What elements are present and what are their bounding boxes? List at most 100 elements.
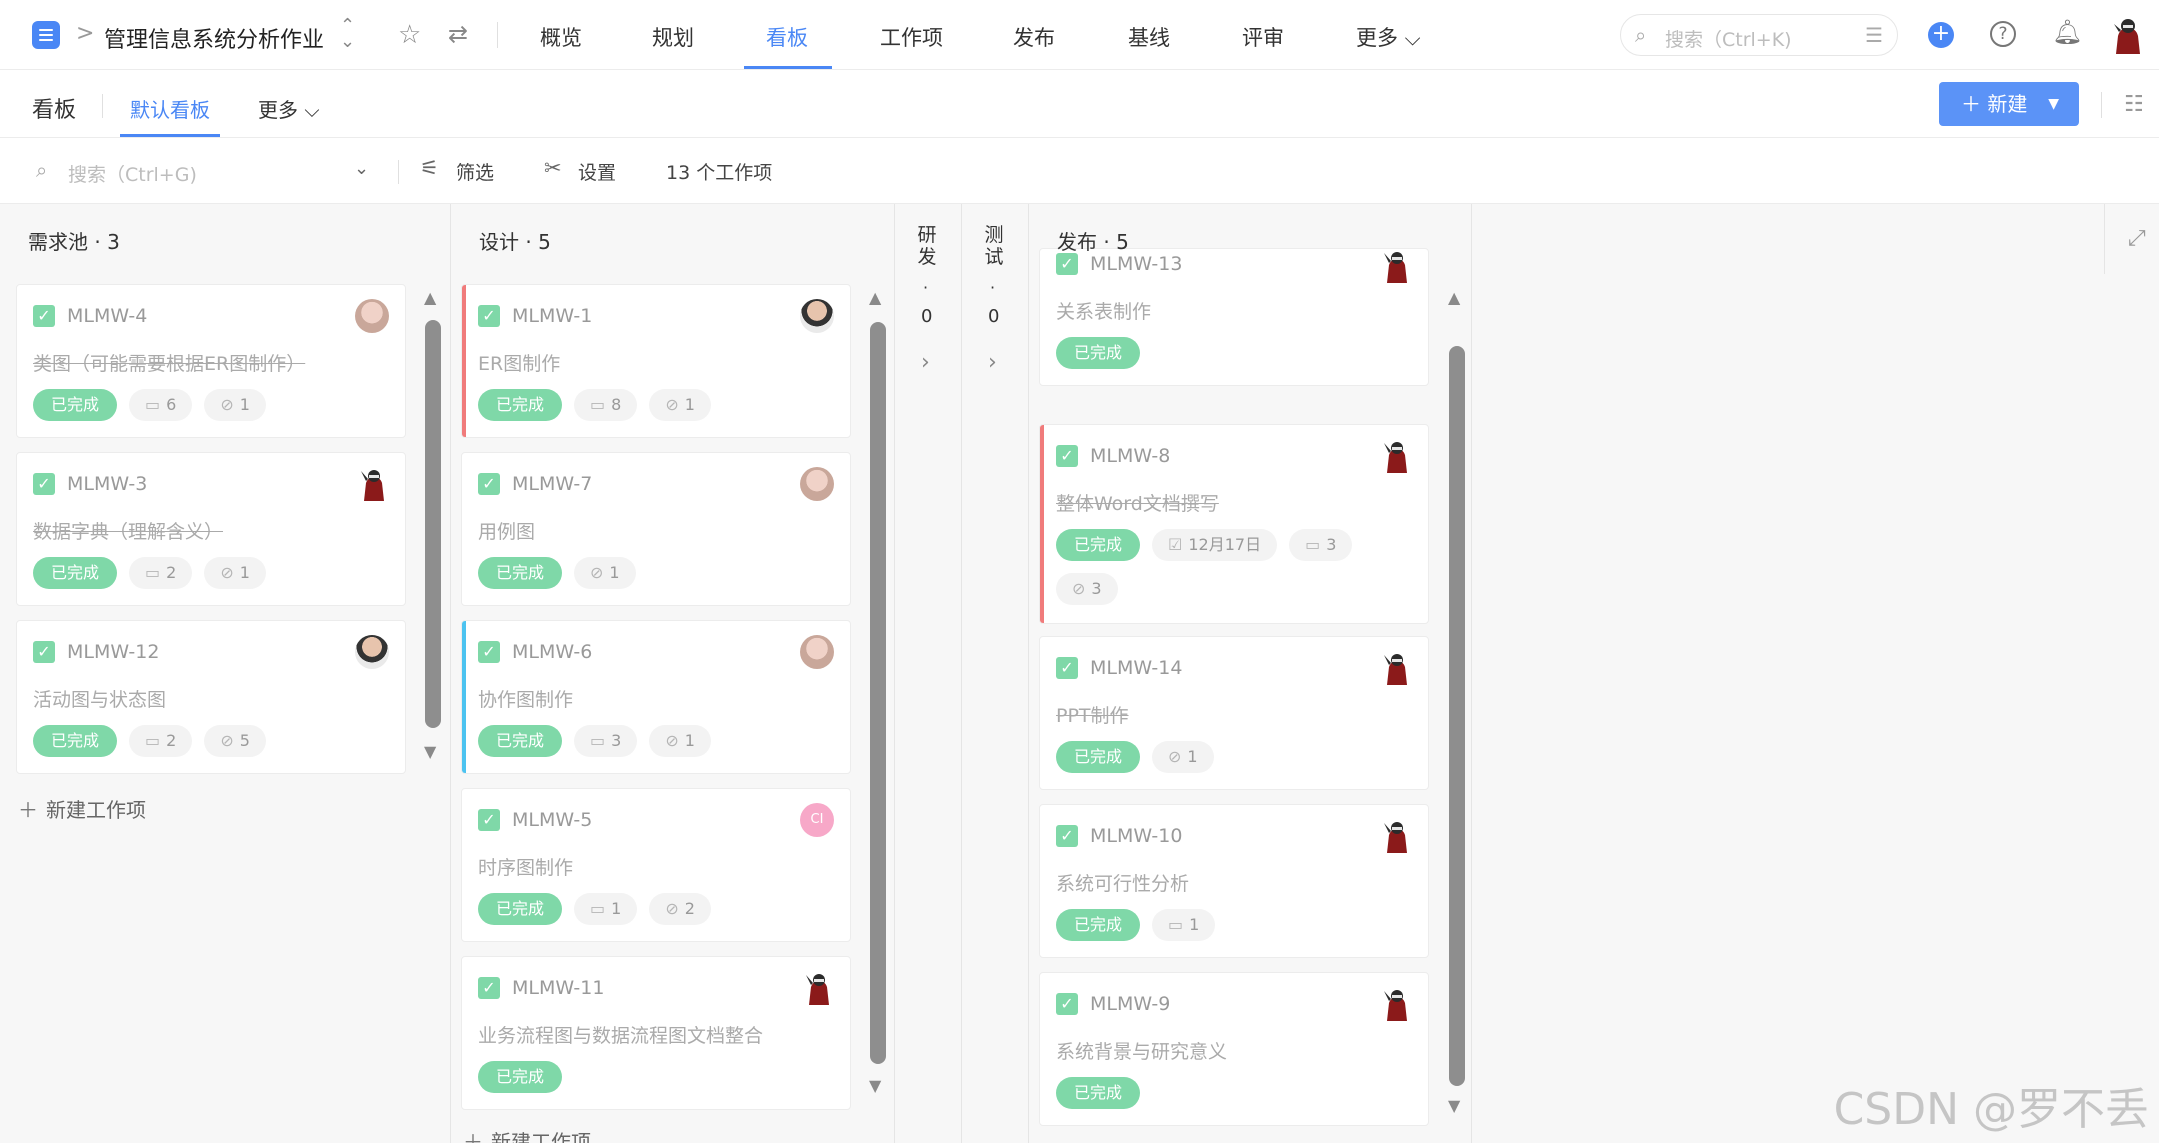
work-item-card[interactable]: ✓ MLMW-3 数据字典（理解含义） 已完成 ▭ 2 ⊘ 1 <box>16 452 406 606</box>
comment-count: ▭ 2 <box>129 557 193 589</box>
comment-count: ▭ 2 <box>129 725 193 757</box>
work-item-title: 用例图 <box>478 521 536 543</box>
filter-icon: ⚟ <box>420 156 439 180</box>
project-title[interactable]: 管理信息系统分析作业 <box>104 22 324 54</box>
work-item-card[interactable]: ✓ MLMW-10 系统可行性分析 已完成 ▭ 1 <box>1039 804 1429 958</box>
active-tab-underline <box>744 66 832 69</box>
checkbox-icon[interactable]: ✓ <box>33 641 55 663</box>
comment-count: ▭ 1 <box>1152 909 1216 941</box>
checkbox-icon[interactable]: ✓ <box>33 305 55 327</box>
checkbox-icon[interactable]: ✓ <box>478 641 500 663</box>
search-icon: ⌕ <box>1635 23 1647 47</box>
comment-icon: ▭ <box>1168 915 1184 934</box>
work-item-title: 整体Word文档撰写 <box>1056 493 1219 515</box>
expand-chevron-icon[interactable]: › <box>988 350 997 375</box>
scrollbar-thumb[interactable] <box>1449 346 1465 1086</box>
checkbox-icon[interactable]: ✓ <box>33 473 55 495</box>
filter-button[interactable]: 筛选 <box>456 158 494 185</box>
work-item-card[interactable]: ✓ MLMW-7 用例图 已完成 ⊘ 1 <box>461 452 851 606</box>
tab-baseline[interactable]: 基线 <box>1128 22 1170 52</box>
kanban-board: 需求池 · 3 ✓ MLMW-4 类图（可能需要根据ER图制作） 已完成 ▭ 6 … <box>0 204 2159 1143</box>
work-item-card[interactable]: ✓ MLMW-6 协作图制作 已完成 ▭ 3 ⊘ 1 <box>461 620 851 774</box>
help-icon[interactable]: ? <box>1990 21 2016 47</box>
column-test-collapsed[interactable]: 测试 · 0 › <box>962 204 1028 1143</box>
tab-review[interactable]: 评审 <box>1242 22 1284 52</box>
work-item-card[interactable]: ✓ MLMW-9 系统背景与研究意义 已完成 <box>1039 972 1429 1126</box>
list-view-icon[interactable]: ☷ <box>2124 92 2144 117</box>
scroll-up-arrow[interactable]: ▲ <box>424 288 436 307</box>
add-work-item-button[interactable]: ＋新建工作项 <box>463 1126 591 1143</box>
attachment-count: ⊘ 1 <box>649 725 711 757</box>
settings-icon: ✂ <box>544 156 562 180</box>
tab-board[interactable]: 看板 <box>766 22 808 52</box>
paperclip-icon: ⊘ <box>665 731 679 750</box>
comment-count: ▭ 3 <box>574 725 638 757</box>
checkbox-icon[interactable]: ✓ <box>478 473 500 495</box>
status-badge: 已完成 <box>33 725 118 757</box>
scroll-down-arrow[interactable]: ▼ <box>1448 1096 1460 1115</box>
work-item-title: 活动图与状态图 <box>33 689 167 711</box>
checkbox-icon[interactable]: ✓ <box>1056 445 1078 467</box>
attachment-count: ⊘ 3 <box>1056 573 1118 605</box>
status-badge: 已完成 <box>1056 337 1141 369</box>
scrollbar-thumb[interactable] <box>425 320 441 728</box>
scroll-up-arrow[interactable]: ▲ <box>869 288 881 307</box>
settings-button[interactable]: 设置 <box>578 158 616 185</box>
work-item-id: MLMW-12 <box>67 641 160 663</box>
global-search-input[interactable]: ⌕ 搜索（Ctrl+K) ☰ <box>1620 14 1898 56</box>
tab-overview[interactable]: 概览 <box>540 22 582 52</box>
attachment-count: ⊘ 2 <box>649 893 711 925</box>
add-icon[interactable]: + <box>1928 22 1954 48</box>
comment-icon: ▭ <box>590 395 606 414</box>
board-search-input[interactable]: 搜索（Ctrl+G) <box>68 160 197 187</box>
checkbox-icon[interactable]: ✓ <box>478 977 500 999</box>
tab-more[interactable]: 更多 ⌵ <box>1356 22 1421 52</box>
scroll-up-arrow[interactable]: ▲ <box>1448 288 1460 307</box>
checkbox-icon[interactable]: ✓ <box>478 809 500 831</box>
star-icon[interactable]: ☆ <box>398 20 421 50</box>
tab-more-boards[interactable]: 更多 ⌵ <box>258 94 320 123</box>
scrollbar-thumb[interactable] <box>870 322 886 1064</box>
add-work-item-button[interactable]: ＋新建工作项 <box>18 794 146 823</box>
checkbox-icon[interactable]: ✓ <box>1056 657 1078 679</box>
chevron-down-icon[interactable]: ⌄ <box>354 158 369 179</box>
notification-bell-icon[interactable]: 🔔︎ <box>2052 18 2082 46</box>
attachment-count: ⊘ 1 <box>204 557 266 589</box>
column-header-empty <box>1472 204 2159 274</box>
status-badge: 已完成 <box>1056 529 1141 561</box>
assignee-avatar <box>355 635 389 669</box>
project-switch-icon[interactable]: ⌃ ⌄ <box>340 17 355 51</box>
new-button[interactable]: ＋ 新建 ▼ <box>1939 82 2079 126</box>
subheader-divider-right <box>2101 92 2102 118</box>
work-item-card[interactable]: ✓ MLMW-5 CI 时序图制作 已完成 ▭ 1 ⊘ 2 <box>461 788 851 942</box>
checkbox-icon[interactable]: ✓ <box>1056 993 1078 1015</box>
user-avatar[interactable] <box>2110 16 2146 54</box>
comment-icon: ▭ <box>145 395 161 414</box>
project-icon[interactable] <box>32 21 60 49</box>
work-item-id: MLMW-8 <box>1090 445 1171 467</box>
scroll-down-arrow[interactable]: ▼ <box>424 742 436 761</box>
tab-default-board[interactable]: 默认看板 <box>130 94 210 123</box>
column-dev-collapsed[interactable]: 研发 · 0 › <box>895 204 961 1143</box>
expand-chevron-icon[interactable]: › <box>921 350 930 375</box>
assignee-avatar <box>806 974 829 1005</box>
filter-icon[interactable]: ☰ <box>1865 23 1883 47</box>
work-item-card[interactable]: ✓ MLMW-1 ER图制作 已完成 ▭ 8 ⊘ 1 <box>461 284 851 438</box>
work-item-card[interactable]: ✓ MLMW-12 活动图与状态图 已完成 ▭ 2 ⊘ 5 <box>16 620 406 774</box>
work-item-card[interactable]: ✓ MLMW-4 类图（可能需要根据ER图制作） 已完成 ▭ 6 ⊘ 1 <box>16 284 406 438</box>
work-item-card[interactable]: ✓ MLMW-11 业务流程图与数据流程图文档整合 已完成 <box>461 956 851 1110</box>
status-badge: 已完成 <box>478 1061 563 1093</box>
swap-icon[interactable]: ⇄ <box>448 20 468 48</box>
tab-planning[interactable]: 规划 <box>652 22 694 52</box>
work-item-card[interactable]: ✓ MLMW-8 整体Word文档撰写 已完成 ☑ 12月17日 ▭ 3 ⊘ 3 <box>1039 424 1429 624</box>
checkbox-icon[interactable]: ✓ <box>478 305 500 327</box>
plus-icon: ＋ <box>18 798 38 822</box>
work-item-card[interactable]: ✓ MLMW-14 PPT制作 已完成 ⊘ 1 <box>1039 636 1429 790</box>
tab-work-items[interactable]: 工作项 <box>880 22 943 52</box>
checkbox-icon[interactable]: ✓ <box>1056 825 1078 847</box>
tab-release[interactable]: 发布 <box>1013 22 1055 52</box>
status-badge: 已完成 <box>1056 741 1141 773</box>
scroll-down-arrow[interactable]: ▼ <box>869 1076 881 1095</box>
status-badge: 已完成 <box>33 389 118 421</box>
fullscreen-icon[interactable]: ⤢ <box>2128 226 2146 251</box>
